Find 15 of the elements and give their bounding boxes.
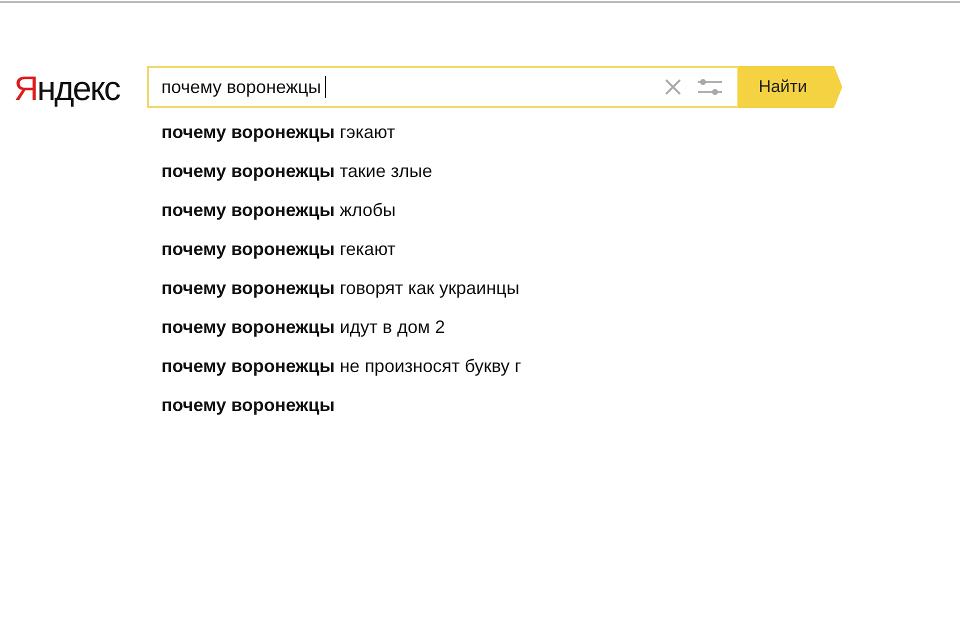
search-suggestion[interactable]: почему воронежцы такие злые (161, 158, 842, 197)
search-suggestion[interactable]: почему воронежцы говорят как украинцы (161, 275, 842, 314)
search-suggestion[interactable]: почему воронежцы (161, 392, 842, 431)
search-suggestion[interactable]: почему воронежцы идут в дом 2 (161, 314, 842, 353)
close-icon[interactable] (663, 77, 684, 97)
search-suggestion[interactable]: почему воронежцы гекают (161, 236, 842, 275)
search-suggestion[interactable]: почему воронежцы не произносят букву г (161, 353, 842, 392)
text-cursor (325, 76, 326, 98)
logo[interactable]: Яндекс (14, 67, 122, 111)
search-query: почему воронежцы (161, 76, 322, 98)
search-suggestion[interactable]: почему воронежцы жлобы (161, 197, 842, 236)
settings-icon[interactable] (697, 76, 724, 98)
search-button[interactable]: Найти (737, 66, 842, 108)
search-field[interactable]: почему воронежцы (147, 66, 738, 108)
search-suggestion[interactable]: почему воронежцы гэкают (161, 119, 842, 158)
